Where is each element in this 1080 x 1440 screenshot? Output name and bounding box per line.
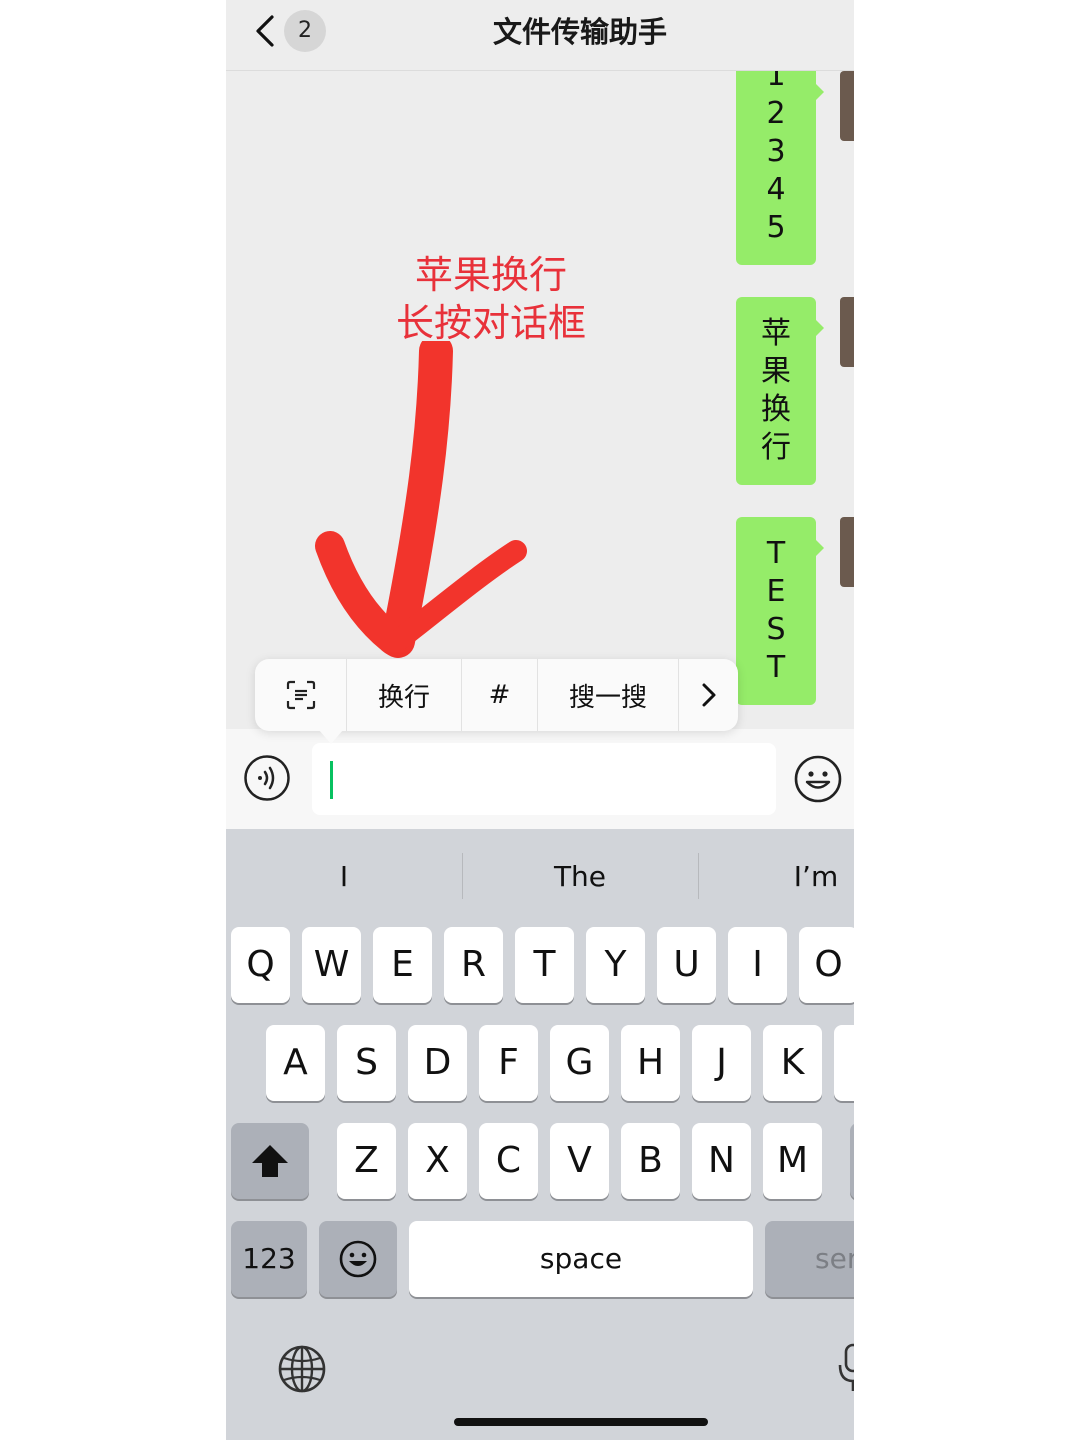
chat-area: 1 2 3 4 5 苹 果 换 行 T E S T 苹果换行 长按对话框 xyxy=(226,71,854,729)
key-t[interactable]: T xyxy=(515,927,574,1003)
key-x[interactable]: X xyxy=(408,1123,467,1199)
globe-icon[interactable] xyxy=(278,1345,326,1393)
key-d[interactable]: D xyxy=(408,1025,467,1101)
microphone-icon[interactable] xyxy=(838,1343,854,1393)
suggestion-item[interactable]: The xyxy=(462,829,698,925)
bubble-char: 4 xyxy=(766,172,786,207)
key-m[interactable]: M xyxy=(763,1123,822,1199)
message-bubble[interactable]: 苹 果 换 行 xyxy=(736,297,824,485)
context-menu-pointer xyxy=(319,730,343,744)
annotation-line: 苹果换行 xyxy=(414,253,567,297)
text-caret xyxy=(330,761,333,799)
back-chevron-icon[interactable] xyxy=(252,14,282,48)
emoji-icon[interactable] xyxy=(794,755,842,803)
avatar[interactable] xyxy=(840,297,854,367)
key-z[interactable]: Z xyxy=(337,1123,396,1199)
key-s[interactable]: S xyxy=(337,1025,396,1101)
home-indicator[interactable] xyxy=(454,1418,708,1426)
avatar[interactable] xyxy=(840,517,854,587)
bubble-char: 2 xyxy=(766,96,786,131)
suggestion-item[interactable]: I’m xyxy=(698,829,854,925)
key-y[interactable]: Y xyxy=(586,927,645,1003)
key-b[interactable]: B xyxy=(621,1123,680,1199)
menu-item-newline[interactable]: 换行 xyxy=(347,659,462,731)
phone-screen: 2 文件传输助手 1 2 3 4 5 苹 果 换 行 T E S T 苹果换行 … xyxy=(226,0,854,1440)
unread-badge[interactable]: 2 xyxy=(284,10,326,52)
annotation-line: 长按对话框 xyxy=(395,301,586,345)
shift-icon xyxy=(252,1145,288,1177)
bubble-char: T xyxy=(766,650,786,685)
shift-key[interactable] xyxy=(231,1123,309,1199)
key-q[interactable]: Q xyxy=(231,927,290,1003)
bubble-tail xyxy=(815,83,824,101)
bubble-char: E xyxy=(766,574,786,609)
key-a[interactable]: A xyxy=(266,1025,325,1101)
bubble-tail xyxy=(815,539,824,557)
bubble-char: S xyxy=(766,612,786,647)
bubble-char: 1 xyxy=(766,71,786,93)
bubble-char: 3 xyxy=(766,134,786,169)
emoji-icon xyxy=(339,1240,377,1278)
send-key[interactable]: ser xyxy=(765,1221,854,1297)
key-o[interactable]: O xyxy=(799,927,854,1003)
voice-icon[interactable] xyxy=(244,755,290,801)
bubble-char: T xyxy=(766,536,786,571)
key-r[interactable]: R xyxy=(444,927,503,1003)
suggestion-item[interactable]: I xyxy=(226,829,462,925)
scan-text-icon xyxy=(286,680,315,710)
nav-bar: 2 文件传输助手 xyxy=(226,0,854,71)
bubble-char: 行 xyxy=(761,430,791,465)
bubble-char: 5 xyxy=(766,210,786,245)
numbers-key[interactable]: 123 xyxy=(231,1221,307,1297)
keyboard: I The I’m Q W E R T Y U I O A S D F G H … xyxy=(226,829,854,1440)
message-bubble[interactable]: 1 2 3 4 5 xyxy=(736,71,824,265)
key-u[interactable]: U xyxy=(657,927,716,1003)
emoji-keyboard-key[interactable] xyxy=(319,1221,397,1297)
key-n[interactable]: N xyxy=(692,1123,751,1199)
input-bar xyxy=(226,729,854,829)
menu-item-search[interactable]: 搜一搜 xyxy=(538,659,679,731)
key-w[interactable]: W xyxy=(302,927,361,1003)
more-button[interactable] xyxy=(679,659,738,731)
avatar[interactable] xyxy=(840,71,854,141)
red-arrow-icon xyxy=(315,341,527,658)
message-bubble[interactable]: T E S T xyxy=(736,517,824,705)
chevron-right-icon xyxy=(702,683,715,707)
key-g[interactable]: G xyxy=(550,1025,609,1101)
key-c[interactable]: C xyxy=(479,1123,538,1199)
menu-item-hashtag[interactable]: # xyxy=(462,659,538,731)
key-f[interactable]: F xyxy=(479,1025,538,1101)
bubble-char: 果 xyxy=(761,354,791,389)
key-l[interactable] xyxy=(834,1025,854,1101)
key-j[interactable]: J xyxy=(692,1025,751,1101)
message-input[interactable] xyxy=(312,743,776,815)
annotation-text: 苹果换行 长按对话框 xyxy=(366,251,616,347)
scan-text-button[interactable] xyxy=(255,659,347,731)
key-e[interactable]: E xyxy=(373,927,432,1003)
key-i[interactable]: I xyxy=(728,927,787,1003)
space-key[interactable]: space xyxy=(409,1221,753,1297)
delete-key[interactable] xyxy=(850,1123,854,1199)
bubble-tail xyxy=(815,319,824,337)
bubble-char: 苹 xyxy=(761,316,791,351)
context-menu: 换行 # 搜一搜 xyxy=(255,659,738,731)
key-h[interactable]: H xyxy=(621,1025,680,1101)
bubble-char: 换 xyxy=(761,392,791,427)
key-k[interactable]: K xyxy=(763,1025,822,1101)
key-v[interactable]: V xyxy=(550,1123,609,1199)
